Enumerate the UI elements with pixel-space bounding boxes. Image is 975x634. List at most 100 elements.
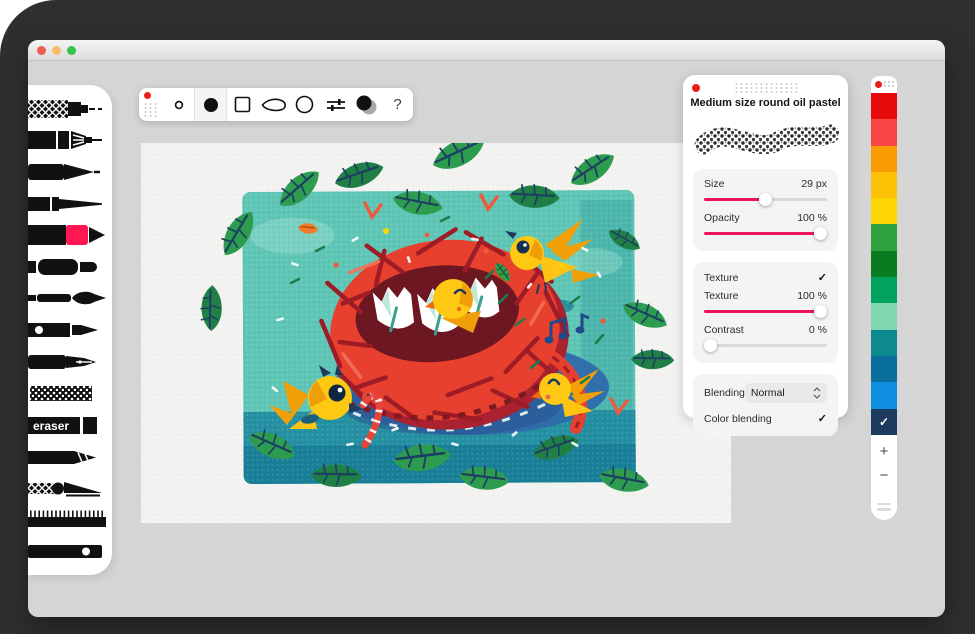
tool-paintbrush[interactable] [28, 284, 112, 312]
contrast-label: Contrast [704, 324, 744, 336]
help-button[interactable]: ? [382, 88, 413, 121]
zoom-window-button[interactable] [67, 46, 76, 55]
drawing-canvas[interactable] [141, 143, 731, 523]
window-titlebar [28, 40, 945, 61]
tool-fineliner[interactable] [28, 190, 112, 218]
small-dot-icon [174, 100, 184, 110]
palette-color-teal[interactable] [871, 330, 897, 356]
minimize-window-button[interactable] [52, 46, 61, 55]
color-blending-checkbox[interactable]: ✓ [818, 412, 827, 425]
tool-ballpoint-pen[interactable] [28, 316, 112, 344]
tool-ink-pen[interactable] [28, 158, 112, 186]
remove-color-button[interactable]: − [871, 468, 897, 483]
brush-options-toolbar: ? [139, 88, 413, 121]
blending-dropdown[interactable]: Normal [745, 383, 827, 403]
palette-color-mint[interactable] [871, 303, 897, 329]
texture-card: Texture ✓ Texture 100 % Contrast 0 % [693, 262, 838, 363]
shape-ellipse-button[interactable] [289, 88, 320, 121]
palette-color-navy[interactable]: ✓ [871, 409, 897, 435]
texture-slider-thumb[interactable] [814, 305, 827, 318]
panel-drag-handle[interactable] [734, 82, 798, 95]
palette-color-red[interactable] [871, 93, 897, 119]
palette-footer: + − [871, 435, 897, 520]
tool-marker[interactable] [28, 253, 112, 281]
tool-crosshatch-pen[interactable] [28, 95, 112, 123]
size-slider[interactable] [704, 193, 827, 206]
close-window-button[interactable] [37, 46, 46, 55]
teardrop-icon [261, 97, 287, 113]
contrast-value: 0 % [809, 324, 827, 336]
palette-color-amber[interactable] [871, 172, 897, 198]
palette-color-orange[interactable] [871, 146, 897, 172]
tool-highlighter-selected[interactable] [28, 221, 112, 249]
sliders-icon [326, 98, 346, 112]
brush-title: Medium size round oil pastel [683, 97, 848, 109]
app-window: eraser [28, 40, 945, 617]
color-blend-button[interactable] [351, 88, 382, 121]
tool-blending-stick[interactable] [28, 537, 112, 565]
palette-color-coral[interactable] [871, 119, 897, 145]
tool-fountain-pen[interactable] [28, 348, 112, 376]
color-palette-swatches: ✓ [871, 93, 897, 435]
palette-color-yellow[interactable] [871, 198, 897, 224]
blending-label: Blending [704, 387, 745, 399]
texture-checkbox[interactable]: ✓ [818, 271, 827, 284]
shape-square-button[interactable] [227, 88, 258, 121]
add-color-button[interactable]: + [871, 444, 897, 459]
toolbar-drag-handle[interactable] [139, 88, 163, 121]
opacity-label: Opacity [704, 212, 740, 224]
size-slider-thumb[interactable] [759, 193, 772, 206]
size-value: 29 px [801, 178, 827, 190]
palette-grip-dots-icon [883, 80, 895, 89]
tool-airbrush[interactable] [28, 379, 112, 407]
contrast-slider-thumb[interactable] [704, 339, 717, 352]
settings-sliders-button[interactable] [320, 88, 351, 121]
traffic-lights [37, 46, 76, 55]
help-icon: ? [393, 96, 401, 113]
large-dot-icon [203, 97, 219, 113]
texture-value: 100 % [797, 290, 827, 302]
texture-label: Texture [704, 290, 738, 302]
texture-toggle-label: Texture [704, 272, 738, 284]
color-palette: ✓ + − [871, 76, 897, 520]
device-frame: eraser [0, 0, 975, 634]
palette-resize-handle[interactable] [877, 503, 891, 511]
toolbar-grip-dots-icon [143, 102, 157, 117]
shape-teardrop-button[interactable] [258, 88, 289, 121]
square-icon [234, 96, 251, 113]
toolbar-close-dot[interactable] [144, 92, 151, 99]
opacity-slider[interactable] [704, 227, 827, 240]
tool-crayon[interactable] [28, 443, 112, 471]
brush-stroke-preview [692, 113, 840, 161]
blend-circles-icon [355, 95, 379, 115]
palette-header[interactable] [871, 76, 897, 93]
eraser-label: eraser [33, 419, 69, 433]
palette-color-bright-blue[interactable] [871, 382, 897, 408]
size-opacity-card: Size 29 px Opacity 100 % [693, 169, 838, 251]
blending-value: Normal [751, 387, 785, 399]
opacity-slider-thumb[interactable] [814, 227, 827, 240]
tool-ruler[interactable] [28, 506, 112, 534]
palette-color-green[interactable] [871, 224, 897, 250]
brush-size-small-button[interactable] [163, 88, 194, 121]
selected-color-check-icon: ✓ [871, 409, 897, 435]
stepper-icon [813, 387, 821, 399]
tool-sidebar: eraser [28, 85, 112, 575]
brush-size-large-button[interactable] [195, 88, 226, 121]
brush-settings-panel: Medium size round oil pastel Size 29 px … [683, 75, 848, 418]
ellipse-icon [295, 95, 314, 114]
palette-color-emerald[interactable] [871, 277, 897, 303]
size-label: Size [704, 178, 724, 190]
color-blending-label: Color blending [704, 413, 772, 425]
canvas-artwork [141, 143, 731, 523]
palette-color-dark-green[interactable] [871, 251, 897, 277]
palette-color-ocean-blue[interactable] [871, 356, 897, 382]
tool-technical-pen[interactable] [28, 126, 112, 154]
tool-eraser[interactable]: eraser [28, 411, 112, 439]
contrast-slider[interactable] [704, 339, 827, 352]
panel-close-dot[interactable] [692, 84, 700, 92]
tool-knife[interactable] [28, 474, 112, 502]
opacity-value: 100 % [797, 212, 827, 224]
palette-close-dot[interactable] [875, 81, 882, 88]
texture-slider[interactable] [704, 305, 827, 318]
